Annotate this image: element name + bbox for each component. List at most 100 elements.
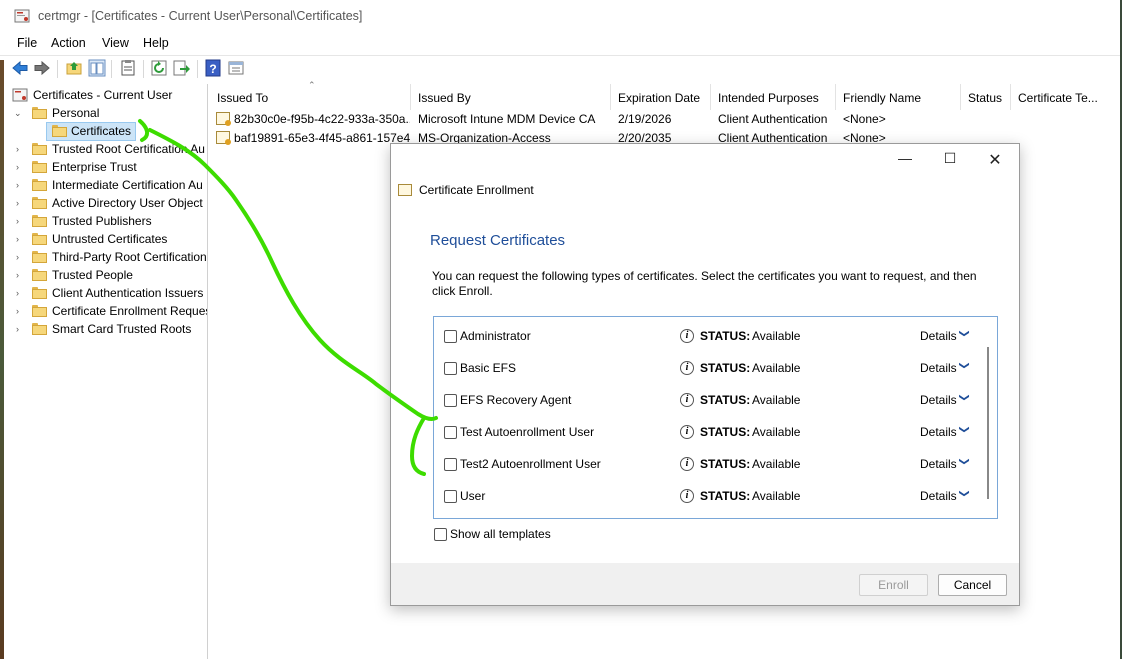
mmc-view-icon[interactable] <box>227 59 245 77</box>
chevron-down-icon[interactable]: ❯ <box>959 361 970 369</box>
help-icon[interactable]: ? <box>204 59 222 77</box>
menu-bar: File Action View Help <box>0 34 1120 54</box>
tree-item-store[interactable]: › Untrusted Certificates <box>8 231 203 249</box>
chevron-down-icon[interactable]: ❯ <box>959 425 970 433</box>
certificate-template-row: User i STATUS: Available Details ❯ <box>434 480 984 512</box>
column-header-friendly-name[interactable]: Friendly Name <box>836 84 961 110</box>
template-name[interactable]: Test Autoenrollment User <box>460 425 594 439</box>
folder-icon <box>32 233 47 245</box>
menu-view[interactable]: View <box>102 36 129 50</box>
chevron-right-icon[interactable]: › <box>16 234 26 244</box>
menu-file[interactable]: File <box>17 36 37 50</box>
tree-item-certificates[interactable]: Certificates <box>46 122 136 141</box>
chevron-down-icon[interactable]: ❯ <box>959 329 970 337</box>
show-hide-tree-icon[interactable] <box>88 59 106 77</box>
minimize-button[interactable]: — <box>890 150 920 172</box>
menu-action[interactable]: Action <box>51 36 86 50</box>
folder-icon <box>32 143 47 155</box>
tree-item-label: Trusted People <box>52 268 133 282</box>
folder-icon <box>32 215 47 227</box>
chevron-right-icon[interactable]: › <box>16 144 26 154</box>
status-value: Available <box>752 425 801 439</box>
chevron-right-icon[interactable]: › <box>16 252 26 262</box>
certificate-template-row: EFS Recovery Agent i STATUS: Available Detai… <box>434 384 984 416</box>
tree-item-label: Trusted Publishers <box>52 214 152 228</box>
show-all-templates-label[interactable]: Show all templates <box>450 527 551 541</box>
properties-icon[interactable] <box>119 59 137 77</box>
folder-icon <box>32 197 47 209</box>
forward-arrow-icon[interactable] <box>33 59 51 77</box>
export-list-icon[interactable] <box>172 59 190 77</box>
template-name[interactable]: Test2 Autoenrollment User <box>460 457 601 471</box>
template-checkbox[interactable] <box>444 490 457 503</box>
table-row[interactable]: 82b30c0e-f95b-4c22-933a-350a... Microsof… <box>210 110 1120 129</box>
dialog-description: You can request the following types of c… <box>432 269 977 298</box>
details-link[interactable]: Details <box>920 457 957 471</box>
enroll-button[interactable]: Enroll <box>859 574 928 596</box>
tree-item-store[interactable]: › Smart Card Trusted Roots <box>8 321 203 339</box>
dialog-heading: Request Certificates <box>430 232 566 249</box>
certificate-template-row: Test2 Autoenrollment User i STATUS: Availab… <box>434 448 984 480</box>
folder-icon <box>32 269 47 281</box>
tree-item-store[interactable]: › Trusted People <box>8 267 203 285</box>
chevron-down-icon[interactable]: ⌄ <box>14 108 24 118</box>
tree-item-store[interactable]: › Active Directory User Object <box>8 195 203 213</box>
template-checkbox[interactable] <box>444 426 457 439</box>
certificate-template-row: Basic EFS i STATUS: Available Details ❯ <box>434 352 984 384</box>
certificate-icon <box>398 184 412 196</box>
chevron-right-icon[interactable]: › <box>16 270 26 280</box>
tree-item-store[interactable]: › Enterprise Trust <box>8 159 203 177</box>
tree-item-store[interactable]: › Third-Party Root Certification <box>8 249 207 267</box>
tree-item-store[interactable]: › Trusted Root Certification Au <box>8 141 205 159</box>
column-header-expiration-date[interactable]: Expiration Date <box>611 84 711 110</box>
column-header-intended-purposes[interactable]: Intended Purposes <box>711 84 836 110</box>
chevron-right-icon[interactable]: › <box>16 306 26 316</box>
certmgr-app-icon <box>14 9 30 23</box>
template-name[interactable]: Administrator <box>460 329 531 343</box>
column-header-status[interactable]: Status <box>961 84 1011 110</box>
template-checkbox[interactable] <box>444 458 457 471</box>
tree-item-store[interactable]: › Intermediate Certification Au <box>8 177 203 195</box>
details-link[interactable]: Details <box>920 489 957 503</box>
up-folder-icon[interactable] <box>65 59 83 77</box>
chevron-right-icon[interactable]: › <box>16 324 26 334</box>
template-checkbox[interactable] <box>444 330 457 343</box>
tree-item-store[interactable]: › Certificate Enrollment Reques <box>8 303 207 321</box>
template-name[interactable]: EFS Recovery Agent <box>460 393 571 407</box>
menu-help[interactable]: Help <box>143 36 169 50</box>
template-name[interactable]: Basic EFS <box>460 361 516 375</box>
maximize-button[interactable]: ☐ <box>935 150 965 172</box>
close-button[interactable]: ✕ <box>980 150 1010 172</box>
tree-item-store[interactable]: › Trusted Publishers <box>8 213 203 231</box>
chevron-right-icon[interactable]: › <box>16 216 26 226</box>
chevron-right-icon[interactable]: › <box>16 288 26 298</box>
chevron-right-icon[interactable]: › <box>16 198 26 208</box>
tree-item-store[interactable]: › Client Authentication Issuers <box>8 285 203 303</box>
chevron-down-icon[interactable]: ❯ <box>959 489 970 497</box>
column-header-issued-by[interactable]: Issued By <box>411 84 611 110</box>
toolbar-separator <box>111 60 112 78</box>
chevron-right-icon[interactable]: › <box>16 180 26 190</box>
details-link[interactable]: Details <box>920 425 957 439</box>
toolbar: ? <box>0 55 1120 82</box>
show-all-templates-checkbox[interactable] <box>434 528 447 541</box>
template-checkbox[interactable] <box>444 362 457 375</box>
back-arrow-icon[interactable] <box>11 59 29 77</box>
tree-item-label: Enterprise Trust <box>52 160 137 174</box>
details-link[interactable]: Details <box>920 329 957 343</box>
refresh-icon[interactable] <box>150 59 168 77</box>
scrollbar[interactable] <box>987 347 989 499</box>
chevron-down-icon[interactable]: ❯ <box>959 393 970 401</box>
folder-icon <box>32 251 47 263</box>
template-checkbox[interactable] <box>444 394 457 407</box>
chevron-right-icon[interactable]: › <box>16 162 26 172</box>
details-link[interactable]: Details <box>920 393 957 407</box>
chevron-down-icon[interactable]: ❯ <box>959 457 970 465</box>
cancel-button[interactable]: Cancel <box>938 574 1007 596</box>
tree-item-personal[interactable]: ⌄ Personal <box>8 105 203 123</box>
folder-icon <box>32 287 47 299</box>
details-link[interactable]: Details <box>920 361 957 375</box>
folder-icon <box>52 125 67 137</box>
template-name[interactable]: User <box>460 489 485 503</box>
column-header-certificate-template[interactable]: Certificate Te... <box>1011 84 1110 110</box>
